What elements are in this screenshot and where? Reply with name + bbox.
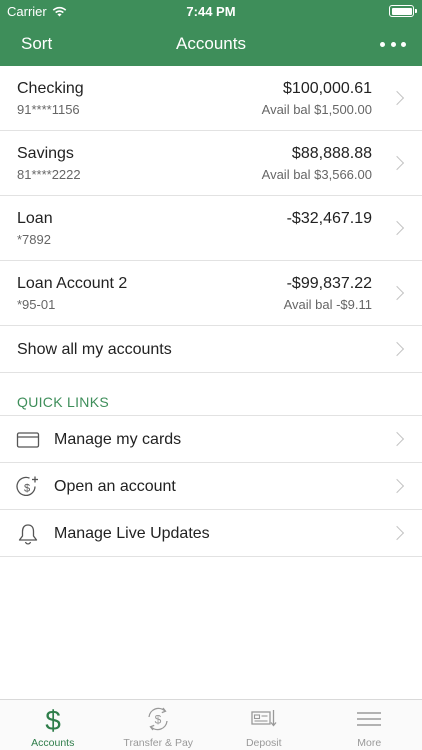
tab-bar: $ Accounts $ Transfer & Pay Deposit More (0, 699, 422, 750)
account-balance: -$32,467.19 (286, 210, 372, 227)
account-number: 81****2222 (17, 167, 81, 182)
tab-label: Transfer & Pay (123, 737, 194, 749)
dollar-plus-icon: $ (16, 476, 38, 497)
page-title: Accounts (176, 34, 246, 53)
account-row-checking[interactable]: Checking 91****1156 $100,000.61 Avail ba… (0, 66, 422, 131)
tab-more[interactable]: More (317, 700, 422, 750)
link-label: Manage Live Updates (54, 525, 210, 542)
svg-text:$: $ (45, 705, 61, 733)
quick-links-heading: QUICK LINKS (17, 394, 109, 410)
tab-label: Deposit (245, 737, 282, 749)
menu-icon (357, 712, 382, 726)
nav-bar: Sort Accounts (0, 22, 422, 66)
account-name: Savings (17, 145, 74, 162)
chevron-right-icon (389, 431, 405, 447)
account-available-balance: Avail bal $3,566.00 (261, 167, 372, 182)
account-name: Loan Account 2 (17, 275, 128, 292)
account-list: Checking 91****1156 $100,000.61 Avail ba… (0, 66, 422, 373)
account-number: *7892 (17, 232, 51, 247)
battery-icon (389, 5, 417, 17)
account-available-balance: Avail bal $1,500.00 (261, 102, 372, 117)
chevron-right-icon (389, 90, 405, 106)
chevron-right-icon (389, 525, 405, 541)
account-row-loan[interactable]: Loan *7892 -$32,467.19 (0, 196, 422, 261)
manage-cards-link[interactable]: Manage my cards (0, 416, 422, 463)
show-all-accounts-label: Show all my accounts (17, 341, 172, 358)
deposit-check-icon (251, 710, 277, 727)
tab-accounts[interactable]: $ Accounts (0, 700, 106, 750)
quick-links-list: Manage my cards $ Open an account Manage… (0, 415, 422, 557)
status-bar: Carrier 7:44 PM (0, 0, 422, 22)
account-available-balance: Avail bal -$9.11 (283, 297, 372, 312)
account-name: Loan (17, 210, 53, 227)
link-label: Manage my cards (54, 431, 182, 448)
status-time: 7:44 PM (186, 4, 236, 19)
account-name: Checking (17, 80, 84, 97)
chevron-right-icon (389, 220, 405, 236)
svg-text:$: $ (155, 713, 162, 727)
svg-text:$: $ (24, 483, 30, 495)
show-all-accounts-row[interactable]: Show all my accounts (0, 326, 422, 373)
more-icon[interactable] (380, 34, 406, 54)
tab-label: Accounts (31, 737, 75, 749)
chevron-right-icon (389, 478, 405, 494)
tab-transfer-pay[interactable]: $ Transfer & Pay (106, 700, 212, 750)
account-number: *95-01 (17, 297, 56, 312)
dollar-icon: $ (45, 705, 61, 733)
chevron-right-icon (389, 341, 405, 357)
bell-icon (18, 524, 38, 545)
tab-label: More (357, 737, 382, 749)
account-row-loan-account-2[interactable]: Loan Account 2 *95-01 -$99,837.22 Avail … (0, 261, 422, 326)
account-row-savings[interactable]: Savings 81****2222 $88,888.88 Avail bal … (0, 131, 422, 196)
account-balance: -$99,837.22 (286, 275, 372, 292)
chevron-right-icon (389, 285, 405, 301)
link-label: Open an account (54, 478, 176, 495)
chevron-right-icon (389, 155, 405, 171)
account-balance: $100,000.61 (283, 80, 372, 97)
open-account-link[interactable]: $ Open an account (0, 463, 422, 510)
tab-deposit[interactable]: Deposit (211, 700, 317, 750)
transfer-icon: $ (148, 707, 168, 731)
credit-card-icon (16, 432, 40, 448)
sort-button[interactable]: Sort (21, 34, 52, 54)
manage-live-updates-link[interactable]: Manage Live Updates (0, 510, 422, 557)
account-balance: $88,888.88 (291, 145, 372, 162)
account-number: 91****1156 (17, 102, 80, 117)
app-header: Carrier 7:44 PM Sort Accounts (0, 0, 422, 66)
